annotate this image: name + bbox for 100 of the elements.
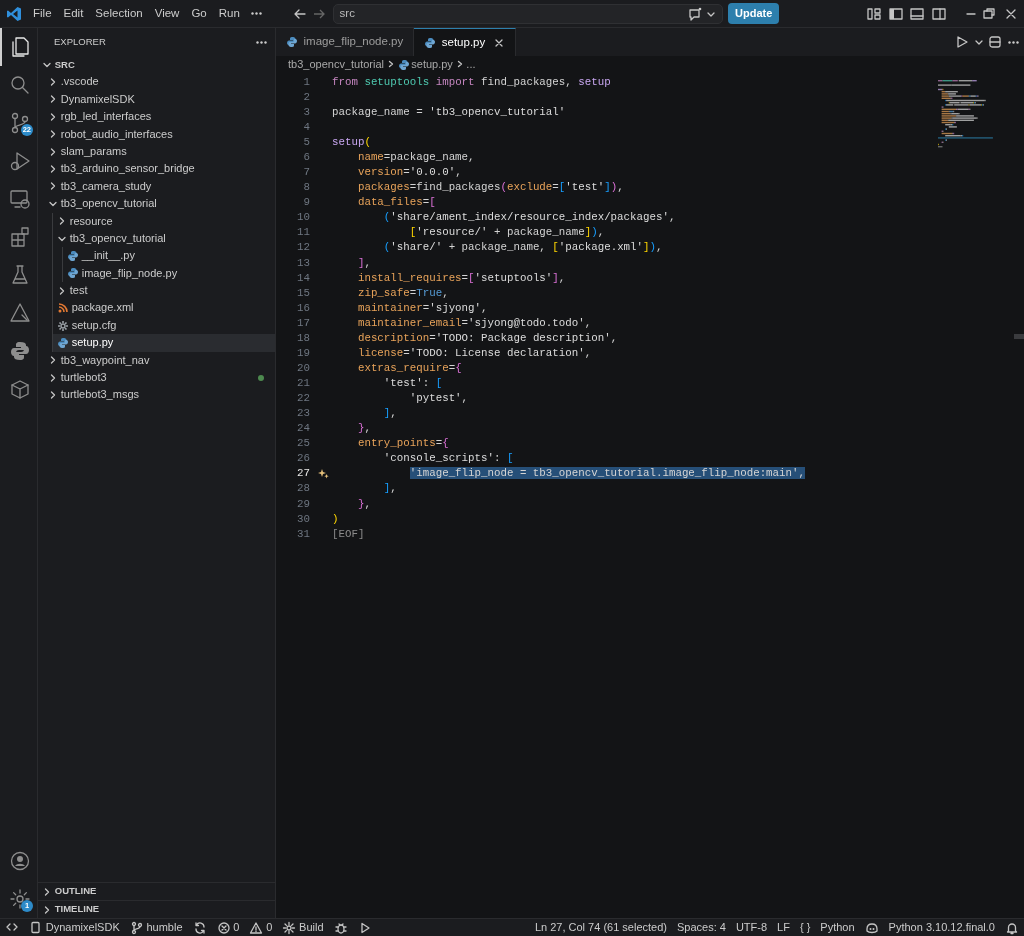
more-icon	[1007, 40, 1019, 44]
folder-entry[interactable]: rgb_led_interfaces	[38, 108, 275, 126]
triangle-wrench-icon	[8, 301, 32, 325]
line-number: 31	[296, 526, 310, 542]
folder-entry[interactable]: tb3_waypoint_nav	[38, 351, 275, 370]
menu-item[interactable]: Go	[185, 4, 213, 23]
status-item[interactable]: humble	[124, 919, 188, 936]
line-number: 14	[296, 270, 310, 286]
update-button[interactable]: Update	[728, 3, 780, 24]
code-line: 'console_scripts': [	[382, 451, 515, 467]
folder-entry[interactable]: DynamixelSDK	[38, 90, 275, 109]
line-number: 5	[302, 135, 310, 150]
line-number: 20	[296, 360, 310, 376]
code-line: install_requires=['setuptools'],	[356, 270, 567, 286]
explorer-entry[interactable]: setup.py	[53, 334, 275, 352]
code-line: name=package_name,	[356, 150, 476, 166]
chevron-right-icon	[48, 111, 58, 122]
code-line: ('share/ament_index/resource_index/packages',	[382, 210, 677, 226]
menu-item[interactable]: Selection	[89, 4, 149, 23]
scrollbar-thumb[interactable]	[1014, 334, 1024, 339]
chevron-right-icon	[48, 129, 58, 140]
chevron-right-icon	[42, 886, 52, 897]
explorer-entry[interactable]: image_flip_node.py	[63, 264, 275, 283]
line-number: 6	[302, 150, 310, 166]
branch-icon	[129, 920, 144, 935]
folder-entry[interactable]: resource	[53, 212, 275, 230]
menu-item[interactable]: View	[148, 4, 186, 23]
menu-item[interactable]: File	[27, 4, 58, 23]
more-icon	[251, 12, 263, 15]
explorer-entry[interactable]: setup.cfg	[53, 316, 275, 335]
code-line: ['resource/' + package_name]),	[408, 225, 606, 241]
status-item[interactable]: DynamixelSDK	[24, 919, 125, 936]
chevron-right-icon	[48, 390, 58, 401]
code-line: zip_safe=True,	[356, 285, 450, 301]
command-center[interactable]: src	[332, 3, 723, 24]
python-file-icon	[397, 58, 409, 70]
chevron-right-icon	[48, 164, 58, 175]
folder-entry[interactable]: tb3_arduino_sensor_bridge	[38, 160, 275, 178]
account-icon	[8, 849, 32, 873]
gear-icon	[282, 920, 297, 935]
chevron-right-icon	[48, 181, 58, 192]
status-item[interactable]: 0	[211, 919, 245, 936]
code-line: from setuptools import find_packages, setup	[332, 74, 612, 90]
chevron-right-icon	[48, 146, 58, 157]
status-item[interactable]: Ln 27, Col 74 (61 selected)	[529, 919, 672, 936]
folder-entry[interactable]: turtlebot3_msgs	[38, 386, 275, 404]
status-item[interactable]: Python 3.10.12.final.0	[883, 919, 1000, 936]
code-line: packages=find_packages(exclude=['test']),	[356, 180, 625, 196]
editor-tab[interactable]: setup.py	[414, 28, 517, 56]
line-number: 18	[296, 330, 310, 346]
status-item[interactable]: 0	[244, 919, 278, 936]
panel-icon	[909, 5, 925, 22]
line-number: 26	[296, 451, 310, 467]
explorer-entry[interactable]: package.xml	[53, 299, 275, 317]
breadcrumb-item[interactable]: tb3_opencv_tutorial	[288, 55, 384, 73]
line-number: 12	[296, 240, 310, 256]
explorer-entry[interactable]: __init__.py	[63, 247, 275, 265]
code-line: )	[332, 511, 340, 527]
python-file-icon	[57, 336, 69, 349]
copilot-icon	[864, 920, 879, 935]
menu-item[interactable]: Run	[212, 4, 246, 23]
line-number: 21	[296, 376, 310, 391]
code-line: 'pytest',	[408, 391, 470, 407]
more-icon	[256, 40, 267, 44]
breadcrumb-item[interactable]: ...	[466, 55, 476, 73]
menu-item[interactable]: Edit	[57, 4, 90, 23]
folder-entry[interactable]: robot_audio_interfaces	[38, 125, 275, 143]
folder-entry[interactable]: turtlebot3	[38, 369, 275, 387]
line-number: 23	[296, 406, 310, 422]
status-item[interactable]: { }	[794, 919, 816, 936]
folder-entry[interactable]: .vscode	[38, 73, 275, 91]
status-item[interactable]: UTF-8	[730, 919, 773, 936]
folder-entry[interactable]: tb3_opencv_tutorial	[38, 195, 275, 213]
line-number: 19	[296, 345, 310, 361]
folder-entry[interactable]: tb3_camera_study	[38, 177, 275, 196]
folder-entry[interactable]: test	[53, 282, 275, 300]
code-line: ('share/' + package_name, ['package.xml']),	[382, 240, 664, 256]
code-line: description='TODO: Package description',	[356, 330, 619, 346]
folder-entry[interactable]: slam_params	[38, 142, 275, 161]
line-number: 13	[296, 255, 310, 271]
code-line: },	[356, 496, 372, 512]
device-icon	[29, 920, 43, 935]
status-item[interactable]: Python	[815, 919, 860, 936]
breadcrumb-item[interactable]: setup.py	[411, 55, 453, 73]
python-file-icon	[424, 36, 437, 49]
chevron-right-icon	[42, 904, 52, 915]
line-number: 22	[296, 391, 310, 407]
status-item[interactable]: Spaces: 4	[672, 919, 731, 936]
chevron-right-icon	[386, 60, 395, 68]
folder-entry[interactable]: tb3_opencv_tutorial	[53, 229, 275, 248]
line-number: 7	[302, 165, 310, 181]
status-item[interactable]: Build	[277, 919, 329, 936]
folder-section-header[interactable]: SRC	[38, 56, 275, 74]
sidebar-title: EXPLORER	[54, 34, 106, 49]
code-line: package_name = 'tb3_opencv_tutorial'	[332, 104, 567, 120]
code-line: maintainer_email='sjyong@todo.todo',	[356, 315, 593, 331]
line-number: 8	[302, 180, 310, 196]
code-line: },	[356, 421, 372, 437]
status-item[interactable]: LF	[772, 919, 795, 936]
panel-header[interactable]: OUTLINE	[38, 882, 275, 900]
